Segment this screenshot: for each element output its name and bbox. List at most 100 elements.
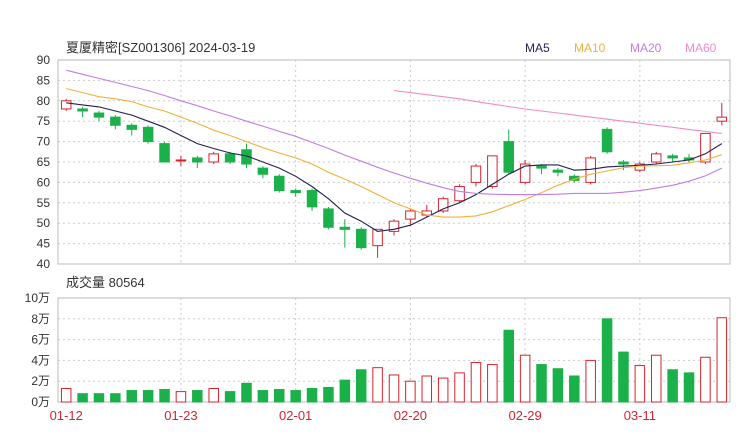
candle	[355, 227, 367, 250]
candle	[274, 174, 285, 193]
candle-body	[585, 157, 596, 183]
candle	[503, 129, 514, 175]
volume-bar	[142, 390, 154, 403]
candle-body	[618, 161, 629, 165]
price-tick-label: 75	[37, 114, 51, 128]
volume-bar	[700, 356, 711, 403]
candle-body	[700, 132, 711, 163]
volume-tick-label: 10万	[25, 291, 50, 305]
candle	[110, 115, 121, 130]
volume-tick-label: 6万	[31, 333, 50, 347]
volume-bar	[110, 393, 121, 403]
volume-bar	[683, 372, 695, 403]
volume-bar	[585, 359, 596, 403]
candle-body	[503, 141, 514, 173]
candle-body	[192, 157, 203, 163]
candle-body	[126, 124, 138, 130]
volume-bar	[290, 390, 301, 403]
stock-chart: 夏厦精密[SZ001306] 2024-03-19 MA5 MA10 MA20 MA6…	[25, 40, 731, 423]
candle	[323, 206, 334, 230]
candle	[634, 162, 646, 173]
date-label: 01-23	[164, 408, 197, 423]
legend-item-ma10: MA10	[574, 41, 606, 55]
volume-bar	[339, 379, 351, 403]
date-label: 02-20	[394, 408, 427, 423]
legend-item-ma5: MA5	[525, 41, 550, 55]
candle-body	[175, 159, 187, 162]
volume-bar	[175, 391, 187, 403]
candle	[257, 166, 269, 179]
candle	[77, 106, 88, 118]
volume-bar	[667, 369, 678, 403]
volume-bar	[126, 390, 138, 403]
volume-tick-label: 0万	[31, 395, 50, 409]
candle	[159, 141, 170, 163]
candle	[142, 125, 154, 144]
candle-body	[454, 185, 465, 202]
volume-bar	[60, 387, 72, 403]
date-label: 02-29	[508, 408, 541, 423]
candle	[208, 151, 219, 165]
volume-bar	[405, 380, 416, 403]
legend-item-ma20: MA20	[630, 41, 662, 55]
candle	[93, 111, 105, 122]
volume-bar	[274, 389, 285, 403]
candle-body	[552, 169, 564, 173]
candle	[192, 155, 203, 169]
volume-bar	[519, 354, 531, 403]
volume-bar	[355, 369, 367, 403]
volume-tick-label: 8万	[31, 312, 50, 326]
price-tick-label: 40	[37, 257, 51, 271]
volume-bar	[93, 393, 105, 403]
volume-bar	[503, 329, 514, 403]
price-tick-label: 85	[37, 73, 51, 87]
candle-body	[601, 128, 613, 153]
volume-label: 成交量 80564	[66, 275, 145, 290]
volume-bar	[388, 374, 400, 403]
candle-body	[224, 153, 236, 163]
price-tick-label: 60	[37, 175, 51, 189]
volume-bar	[552, 368, 564, 403]
candle	[470, 164, 482, 187]
volume-bar	[306, 387, 318, 403]
volume-bar	[323, 386, 334, 403]
volume-bar	[421, 375, 433, 403]
candle	[650, 151, 662, 165]
volume-bar	[634, 365, 646, 403]
candle-body	[93, 112, 105, 118]
candle-body	[470, 165, 482, 183]
price-tick-label: 90	[37, 53, 51, 67]
candle	[454, 184, 465, 203]
volume-bar	[454, 372, 465, 403]
volume-bar	[159, 389, 170, 403]
volume-bar	[618, 351, 629, 403]
candle	[716, 102, 728, 126]
volume-bar	[536, 364, 547, 403]
candle	[585, 155, 596, 185]
volume-bar	[569, 375, 580, 403]
volume-axis-ticks: 10万 8万 6万 4万 2万 0万	[25, 291, 50, 409]
price-axis-ticks: 90 85 80 75 70 65 60 55 50 45 40	[37, 53, 51, 271]
ma60-line	[393, 90, 722, 134]
date-label: 02-01	[279, 408, 312, 423]
volume-series	[60, 317, 728, 403]
ma20-line	[66, 69, 723, 196]
candle	[60, 98, 72, 111]
volume-bar	[716, 317, 728, 403]
candle	[552, 168, 564, 177]
volume-bar	[437, 377, 449, 403]
volume-bar	[372, 367, 383, 403]
candle-body	[306, 190, 318, 208]
candle	[290, 188, 301, 197]
volume-bar	[77, 393, 88, 403]
legend-item-ma60: MA60	[685, 41, 717, 55]
volume-bar	[650, 354, 662, 403]
candle-body	[716, 116, 728, 122]
volume-bar	[208, 387, 219, 403]
candle-body	[339, 226, 351, 230]
candle-body	[650, 153, 662, 163]
chart-title: 夏厦精密[SZ001306] 2024-03-19	[66, 40, 255, 55]
volume-bar	[470, 361, 482, 403]
candle-body	[667, 155, 678, 159]
price-tick-label: 70	[37, 135, 51, 149]
